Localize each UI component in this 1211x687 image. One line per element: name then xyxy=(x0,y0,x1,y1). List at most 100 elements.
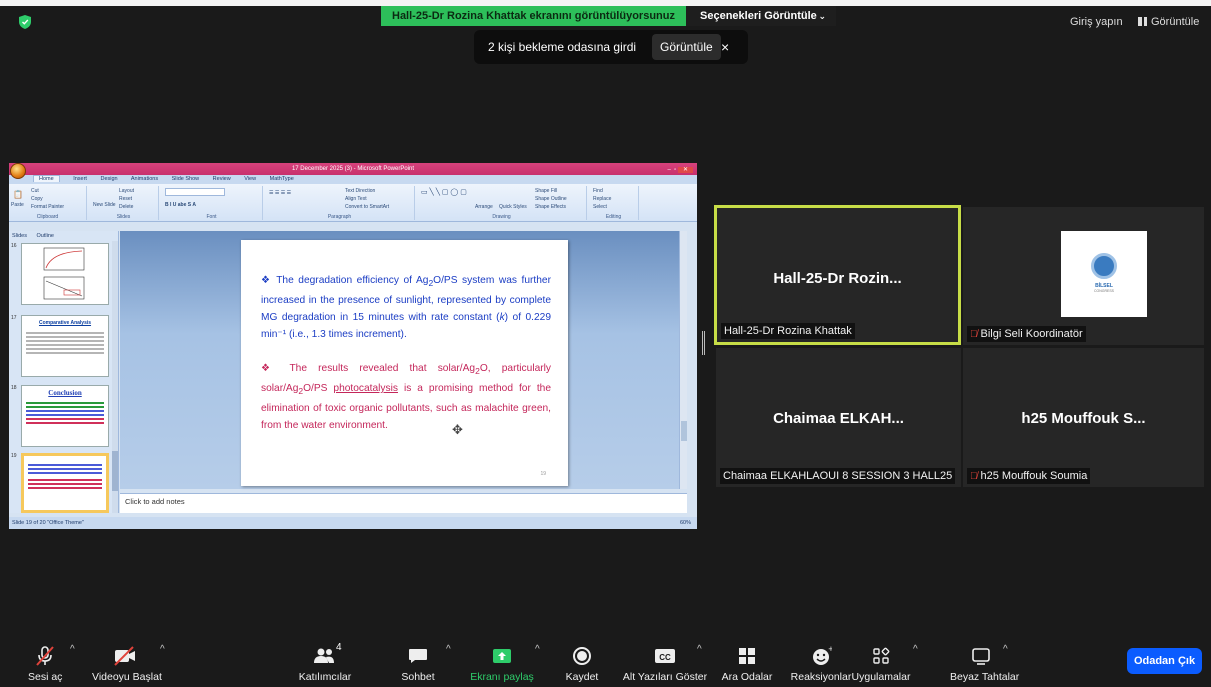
notes-field[interactable]: Click to add notes xyxy=(120,493,687,513)
ribbon-group-editing: Find Replace Select Editing xyxy=(589,186,639,220)
select-button[interactable]: Select xyxy=(593,204,607,210)
svg-text:+: + xyxy=(828,645,832,653)
chevron-up-icon[interactable]: ^ xyxy=(1003,644,1008,655)
chevron-up-icon[interactable]: ^ xyxy=(697,644,702,655)
shape-fill-button[interactable]: Shape Fill xyxy=(535,188,557,194)
chevron-up-icon[interactable]: ^ xyxy=(535,644,540,655)
whiteboards-label: Beyaz Tahtalar xyxy=(950,671,1020,683)
unmute-button[interactable]: Sesi aç xyxy=(28,645,62,683)
arrange-button[interactable]: Arrange xyxy=(475,204,493,210)
thumb-text-line xyxy=(26,410,104,412)
paste-icon[interactable]: 📋 xyxy=(13,190,23,199)
tab-home[interactable]: Home xyxy=(33,175,60,182)
chevron-up-icon[interactable]: ^ xyxy=(913,644,918,655)
font-format-icons[interactable]: B I U abe S A xyxy=(165,202,196,208)
window-controls[interactable]: – ▫ ✕ xyxy=(668,164,693,176)
quick-styles-button[interactable]: Quick Styles xyxy=(499,204,527,210)
chevron-up-icon[interactable]: ^ xyxy=(446,644,451,655)
current-slide[interactable]: ❖ The degradation efficiency of Ag2O/PS … xyxy=(241,240,568,486)
convert-smartart-button[interactable]: Convert to SmartArt xyxy=(345,204,389,210)
view-options-button[interactable]: Seçenekleri Görüntüle ⌄ xyxy=(686,6,836,26)
slide-scrollbar[interactable] xyxy=(679,231,687,489)
ribbon-group-label: Paragraph xyxy=(327,214,352,220)
text-direction-button[interactable]: Text Direction xyxy=(345,188,375,194)
tab-view[interactable]: View xyxy=(244,176,256,182)
apps-button[interactable]: Uygulamalar xyxy=(849,645,913,683)
participant-name-large: h25 Mouffouk S... xyxy=(1021,410,1146,427)
replace-button[interactable]: Replace xyxy=(593,196,611,202)
tab-slide-show[interactable]: Slide Show xyxy=(172,176,200,182)
tab-animations[interactable]: Animations xyxy=(131,176,158,182)
participant-tile-active[interactable]: Hall-25-Dr Rozin... Hall-25-Dr Rozina Kh… xyxy=(714,205,961,345)
cut-button[interactable]: Cut xyxy=(31,188,39,194)
reset-button[interactable]: Reset xyxy=(119,196,132,202)
reactions-button[interactable]: + Reaksiyonlar xyxy=(788,645,854,683)
chevron-up-icon[interactable]: ^ xyxy=(70,644,75,655)
shapes-gallery[interactable]: ▭ ╲ ╲ ▢ ◯ ▢ xyxy=(421,188,467,196)
chat-button[interactable]: Sohbet xyxy=(398,645,438,683)
view-options-label: Seçenekleri Görüntüle xyxy=(700,10,817,22)
office-button-icon[interactable] xyxy=(10,163,26,179)
shared-screen-powerpoint[interactable]: 17 December 2025 (3) - Microsoft PowerPo… xyxy=(9,163,697,529)
close-icon[interactable]: × xyxy=(721,30,729,64)
ribbon-group-label: Clipboard xyxy=(36,214,59,220)
record-button[interactable]: Kaydet xyxy=(562,645,602,683)
tab-design[interactable]: Design xyxy=(101,176,118,182)
thumb-text-line xyxy=(28,483,102,485)
ribbon-group-label: Drawing xyxy=(492,214,511,220)
new-slide-button[interactable]: New Slide xyxy=(93,202,116,208)
paragraph-icons[interactable]: ☰ ☰ ☰ ☰ xyxy=(269,190,291,196)
slide-thumbnail-selected[interactable] xyxy=(21,453,109,513)
tab-mathtype[interactable]: MathType xyxy=(270,176,294,182)
tab-insert[interactable]: Insert xyxy=(73,176,87,182)
logo-subtext: CONGRESS xyxy=(1093,289,1115,293)
zoom-level[interactable]: 60% xyxy=(680,517,691,529)
captions-button[interactable]: CC Alt Yazıları Göster xyxy=(622,645,708,683)
slides-pane-scrollbar[interactable] xyxy=(112,241,118,513)
align-text-button[interactable]: Align Text xyxy=(345,196,367,202)
thumb-text-line xyxy=(26,406,104,408)
participant-label-text: Hall-25-Dr Rozina Khattak xyxy=(724,325,852,337)
shield-icon[interactable] xyxy=(19,15,31,29)
scrollbar-knob[interactable] xyxy=(112,451,118,491)
thumb-text-line xyxy=(26,418,104,420)
waiting-room-view-button[interactable]: Görüntüle xyxy=(652,34,721,60)
view-layout-label: Görüntüle xyxy=(1151,16,1200,28)
tab-outline[interactable]: Outline xyxy=(37,233,54,239)
leave-meeting-button[interactable]: Odadan Çık xyxy=(1127,648,1202,674)
muted-mic-icon xyxy=(28,645,62,667)
shape-outline-button[interactable]: Shape Outline xyxy=(535,196,567,202)
paste-button[interactable]: Paste xyxy=(11,202,24,208)
reactions-label: Reaksiyonlar xyxy=(790,671,852,683)
copy-button[interactable]: Copy xyxy=(31,196,43,202)
tab-slides[interactable]: Slides xyxy=(12,233,27,239)
split-divider-handle[interactable] xyxy=(702,331,705,355)
participant-tile[interactable]: h25 Mouffouk S... 🎙̸ h25 Mouffouk Soumia xyxy=(963,348,1204,487)
scrollbar-knob[interactable] xyxy=(681,421,687,441)
participant-tile[interactable]: Chaimaa ELKAH... Chaimaa ELKAHLAOUI 8 SE… xyxy=(716,348,961,487)
participant-tile[interactable]: BİLSEL CONGRESS 🎙̸ Bilgi Seli Koordinatör xyxy=(963,207,1204,345)
shape-effects-button[interactable]: Shape Effects xyxy=(535,204,566,210)
delete-button[interactable]: Delete xyxy=(119,204,133,210)
ribbon-group-paragraph: Text Direction Align Text Convert to Sma… xyxy=(265,186,415,220)
slide-thumbnail[interactable] xyxy=(21,243,109,305)
font-name-box[interactable] xyxy=(165,188,225,196)
tab-review[interactable]: Review xyxy=(213,176,231,182)
slide-thumbnail[interactable]: Conclusion xyxy=(21,385,109,447)
slides-pane-tabs: Slides Outline xyxy=(9,231,118,241)
chevron-up-icon[interactable]: ^ xyxy=(160,644,165,655)
participants-button[interactable]: 4 Katılımcılar xyxy=(292,642,358,683)
start-video-button[interactable]: Videoyu Başlat xyxy=(92,645,162,683)
share-screen-button[interactable]: Ekranı paylaş xyxy=(470,645,534,683)
view-layout-button[interactable]: Görüntüle xyxy=(1138,16,1199,28)
signin-link[interactable]: Giriş yapın xyxy=(1070,16,1123,28)
breakout-rooms-button[interactable]: Ara Odalar xyxy=(721,645,773,683)
ppt-status-bar: Slide 19 of 20 "Office Theme" 60% xyxy=(9,517,697,529)
thumb-title: Comparative Analysis xyxy=(38,320,92,326)
thumb-text-line xyxy=(26,422,104,424)
slide-thumbnail[interactable]: Comparative Analysis xyxy=(21,315,109,377)
format-painter-button[interactable]: Format Painter xyxy=(31,204,64,210)
slides-pane: Slides Outline 16 17 Comparative Analysi… xyxy=(9,231,119,513)
layout-button[interactable]: Layout xyxy=(119,188,134,194)
find-button[interactable]: Find xyxy=(593,188,603,194)
